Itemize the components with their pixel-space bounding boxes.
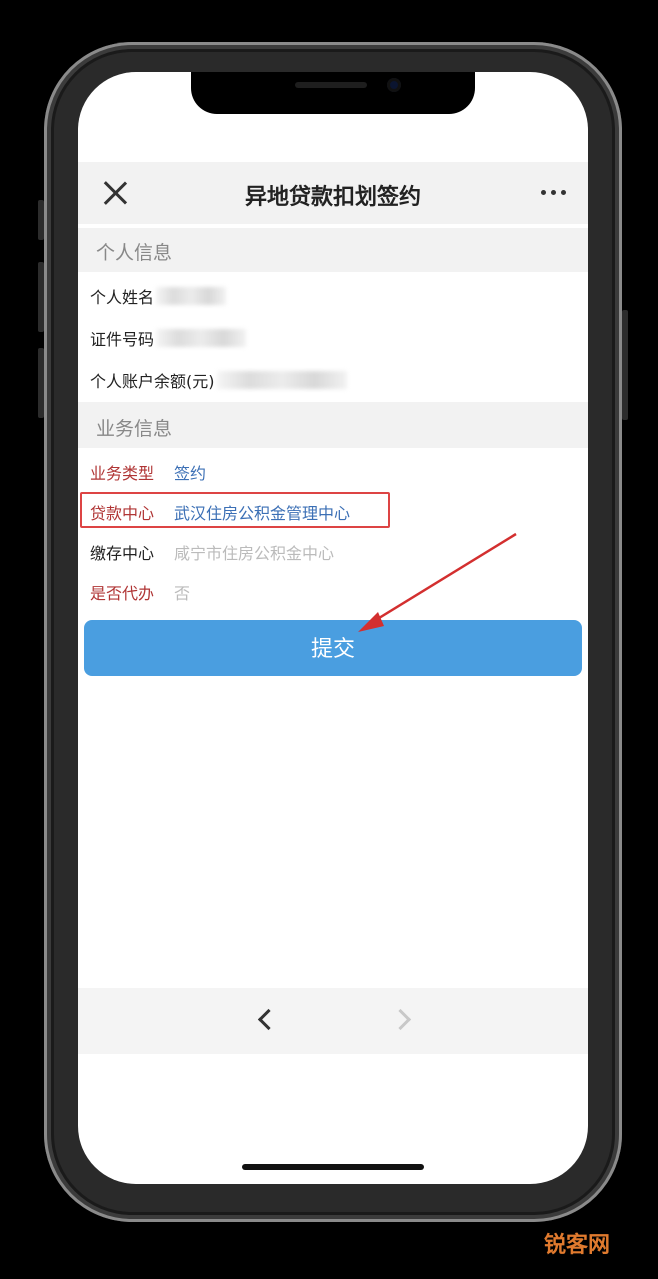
balance-row: 个人账户余额(元)	[90, 368, 347, 392]
agent-row: 是否代办 否	[90, 580, 190, 604]
id-label: 证件号码	[90, 330, 155, 349]
deposit-center-value: 咸宁市住房公积金中心	[174, 544, 335, 563]
agent-value[interactable]: 否	[174, 580, 190, 604]
loan-center-label: 贷款中心	[90, 504, 155, 523]
back-icon[interactable]	[257, 1008, 280, 1031]
loan-center-row: 贷款中心 武汉住房公积金管理中心	[90, 500, 350, 524]
watermark: 锐客网	[543, 1233, 610, 1258]
forward-icon[interactable]	[389, 1008, 412, 1031]
name-value-redacted	[156, 287, 227, 305]
loan-center-value[interactable]: 武汉住房公积金管理中心	[174, 500, 350, 524]
id-value-redacted	[156, 329, 247, 347]
section-business-info: 业务信息	[78, 402, 588, 448]
name-label: 个人姓名	[90, 288, 155, 307]
volume-down-button	[38, 348, 44, 418]
deposit-center-row: 缴存中心 咸宁市住房公积金中心	[90, 540, 334, 564]
mute-switch	[38, 200, 44, 240]
home-indicator[interactable]	[242, 1164, 424, 1170]
volume-up-button	[38, 262, 44, 332]
section-personal-info: 个人信息	[78, 228, 588, 272]
screen: 异地贷款扣划签约 个人信息 个人姓名 证件号码 个人账户余额(元) 业务信息 业…	[78, 72, 588, 1184]
annotation-arrow-icon	[358, 532, 517, 632]
id-row: 证件号码	[90, 326, 247, 350]
power-button	[622, 310, 628, 420]
more-icon[interactable]	[541, 190, 566, 195]
balance-value-redacted	[216, 371, 347, 389]
nav-bar: 异地贷款扣划签约	[78, 162, 588, 224]
business-type-row: 业务类型 签约	[90, 460, 206, 484]
browser-toolbar	[78, 988, 588, 1054]
page-title: 异地贷款扣划签约	[244, 185, 421, 210]
deposit-center-label: 缴存中心	[90, 544, 155, 563]
agent-label: 是否代办	[90, 584, 155, 603]
name-row: 个人姓名	[90, 284, 227, 308]
section-title: 业务信息	[96, 418, 173, 440]
balance-label: 个人账户余额(元)	[90, 372, 215, 391]
speaker	[295, 82, 367, 88]
business-type-value[interactable]: 签约	[174, 460, 206, 484]
business-type-label: 业务类型	[90, 464, 155, 483]
camera-icon	[387, 78, 401, 92]
section-title: 个人信息	[96, 242, 173, 264]
notch	[191, 72, 475, 114]
